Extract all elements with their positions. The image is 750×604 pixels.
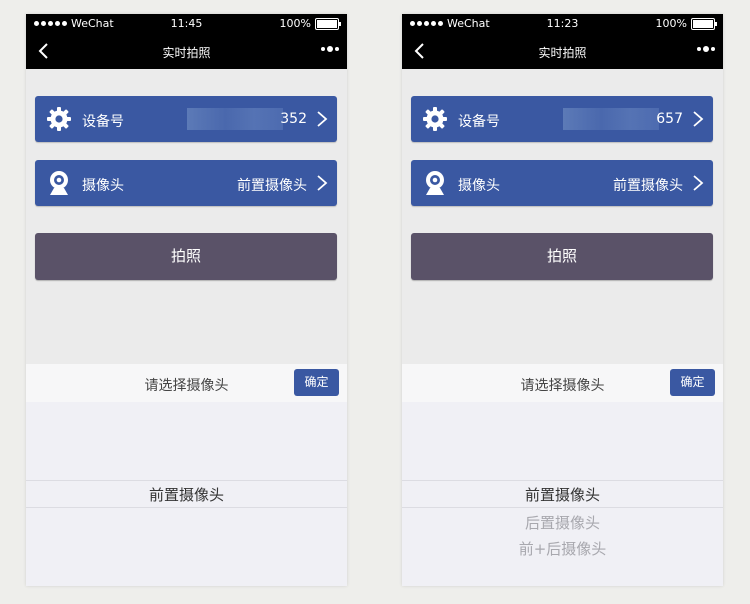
selection-line-bottom (26, 507, 347, 508)
picker-option[interactable]: 后置摄像头 (402, 512, 723, 533)
selection-line-top (26, 480, 347, 481)
status-bar: WeChat 11:23 100% (402, 14, 723, 34)
take-photo-button[interactable]: 拍照 (411, 233, 713, 280)
chevron-right-icon (693, 175, 704, 191)
redacted-device-number (187, 108, 283, 130)
camera-row[interactable]: 摄像头 前置摄像头 (411, 160, 713, 206)
device-label: 设备号 (82, 114, 124, 130)
picker-header: 请选择摄像头 确定 (26, 364, 347, 402)
device-number-value: 352 (280, 111, 307, 127)
redacted-device-number (563, 108, 659, 130)
device-number-row[interactable]: 设备号 352 (35, 96, 337, 142)
battery-percent: 100% (279, 17, 311, 30)
phone-screen-right: WeChat 11:23 100% 实时拍照 设备号 657 摄像头 前置摄像头… (402, 14, 723, 586)
camera-value: 前置摄像头 (613, 178, 683, 194)
camera-picker-wheel[interactable]: 前置摄像头 后置摄像头 前+后摄像头 (402, 402, 723, 586)
camera-picker-wheel[interactable]: 前置摄像头 (26, 402, 347, 586)
selection-line-top (402, 480, 723, 481)
take-photo-button[interactable]: 拍照 (35, 233, 337, 280)
camera-label: 摄像头 (82, 178, 124, 194)
chevron-right-icon (693, 111, 704, 127)
picker-header: 请选择摄像头 确定 (402, 364, 723, 402)
battery-icon (691, 17, 717, 30)
status-bar: WeChat 11:45 100% (26, 14, 347, 34)
camera-row[interactable]: 摄像头 前置摄像头 (35, 160, 337, 206)
nav-bar: 实时拍照 (402, 34, 723, 69)
confirm-button[interactable]: 确定 (670, 369, 715, 396)
nav-bar: 实时拍照 (26, 34, 347, 69)
page-title: 实时拍照 (538, 46, 587, 60)
picker-option[interactable]: 前置摄像头 (402, 484, 723, 505)
chevron-right-icon (317, 111, 328, 127)
more-dots-icon[interactable] (321, 46, 339, 52)
confirm-button[interactable]: 确定 (294, 369, 339, 396)
gear-icon (47, 107, 71, 131)
picker-option[interactable]: 前置摄像头 (26, 484, 347, 505)
selection-line-bottom (402, 507, 723, 508)
webcam-icon (426, 171, 444, 195)
webcam-icon (50, 171, 68, 195)
more-dots-icon[interactable] (697, 46, 715, 52)
battery-percent: 100% (655, 17, 687, 30)
device-number-value: 657 (656, 111, 683, 127)
camera-label: 摄像头 (458, 178, 500, 194)
phone-screen-left: WeChat 11:45 100% 实时拍照 设备号 352 摄像头 前置摄像头… (26, 14, 347, 586)
chevron-right-icon (317, 175, 328, 191)
device-label: 设备号 (458, 114, 500, 130)
camera-value: 前置摄像头 (237, 178, 307, 194)
page-title: 实时拍照 (162, 46, 211, 60)
battery-icon (315, 17, 341, 30)
picker-option[interactable]: 前+后摄像头 (402, 538, 723, 559)
device-number-row[interactable]: 设备号 657 (411, 96, 713, 142)
gear-icon (423, 107, 447, 131)
